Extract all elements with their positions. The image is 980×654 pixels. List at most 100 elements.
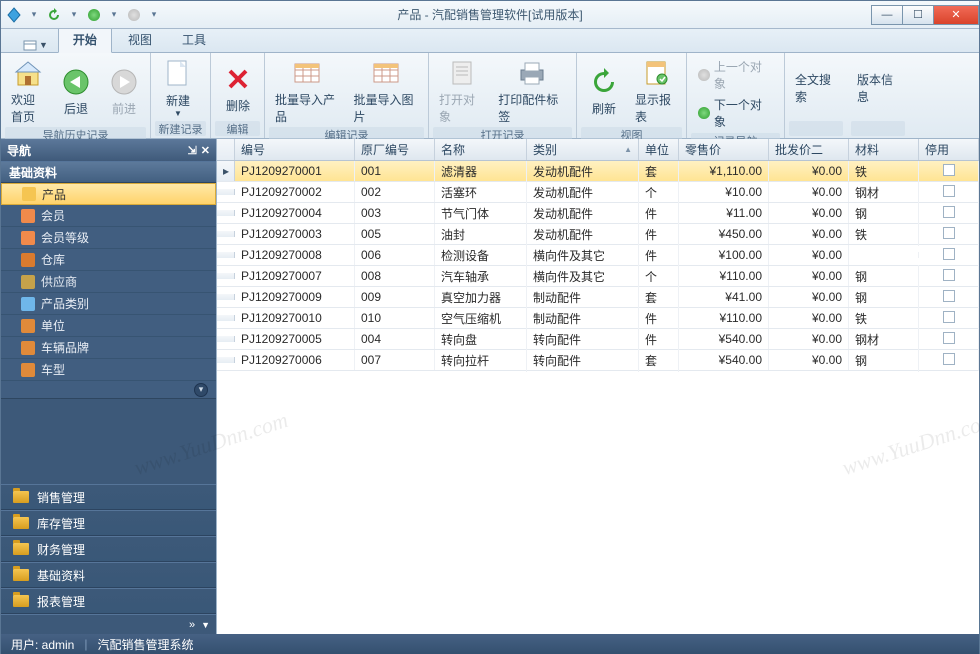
fulltext-search-button[interactable]: 全文搜索 [789, 69, 843, 107]
col-code[interactable]: 编号 [235, 139, 355, 160]
cell-disabled[interactable] [919, 161, 979, 182]
table-row[interactable]: PJ1209270009009真空加力器制动配件套¥41.00¥0.00钢 [217, 287, 979, 308]
nav-cat-4[interactable]: 报表管理 [1, 588, 216, 614]
pin-icon[interactable]: ⇲ [188, 144, 197, 157]
checkbox-icon[interactable] [943, 227, 955, 239]
prev-object-button[interactable]: 上一个对象 [695, 57, 776, 93]
tab-tools[interactable]: 工具 [168, 27, 220, 52]
table-row[interactable]: PJ1209270003005油封发动机配件件¥450.00¥0.00铁 [217, 224, 979, 245]
col-category[interactable]: 类别 [527, 139, 639, 160]
cell-factory: 009 [355, 287, 435, 307]
table-row[interactable]: ▸PJ1209270001001滤清器发动机配件套¥1,110.00¥0.00铁 [217, 161, 979, 182]
cell-material: 钢 [849, 286, 919, 309]
tree-item-icon [22, 187, 36, 201]
checkbox-icon[interactable] [943, 353, 955, 365]
table-row[interactable]: PJ1209270005004转向盘转向配件件¥540.00¥0.00钢材 [217, 329, 979, 350]
cell-disabled[interactable] [919, 329, 979, 350]
tab-start[interactable]: 开始 [58, 26, 112, 53]
cell-name: 活塞环 [435, 181, 527, 204]
report-button[interactable]: 显示报表 [629, 55, 682, 127]
close-button[interactable]: ✕ [933, 5, 979, 25]
col-material[interactable]: 材料 [849, 139, 919, 160]
grid-import-icon [291, 57, 323, 89]
nav-close-icon[interactable]: ✕ [201, 144, 210, 157]
cell-unit: 件 [639, 244, 679, 267]
col-disabled[interactable]: 停用 [919, 139, 979, 160]
delete-button[interactable]: 删除 [215, 61, 261, 116]
grid-import2-icon [370, 57, 402, 89]
tree-item-6[interactable]: 单位 [1, 315, 216, 337]
table-row[interactable]: PJ1209270002002活塞环发动机配件个¥10.00¥0.00钢材 [217, 182, 979, 203]
cell-category: 横向件及其它 [527, 265, 639, 288]
tree-item-4[interactable]: 供应商 [1, 271, 216, 293]
checkbox-icon[interactable] [943, 248, 955, 260]
table-row[interactable]: PJ1209270007008汽车轴承横向件及其它个¥110.00¥0.00钢 [217, 266, 979, 287]
col-retail[interactable]: 零售价 [679, 139, 769, 160]
cell-disabled[interactable] [919, 266, 979, 287]
print-label-button[interactable]: 打印配件标签 [492, 55, 572, 127]
next-object-button[interactable]: 下一个对象 [695, 95, 776, 131]
ribbon-tabs: ▼ 开始 视图 工具 [1, 29, 979, 53]
import-product-button[interactable]: 批量导入产品 [269, 55, 346, 127]
checkbox-icon[interactable] [943, 269, 955, 281]
checkbox-icon[interactable] [943, 164, 955, 176]
maximize-button[interactable]: ☐ [902, 5, 934, 25]
checkbox-icon[interactable] [943, 290, 955, 302]
cell-disabled[interactable] [919, 245, 979, 266]
col-name[interactable]: 名称 [435, 139, 527, 160]
cell-disabled[interactable] [919, 308, 979, 329]
table-row[interactable]: PJ1209270004003节气门体发动机配件件¥11.00¥0.00钢 [217, 203, 979, 224]
tree-item-0[interactable]: 产品 [1, 183, 216, 205]
cell-factory: 002 [355, 182, 435, 202]
grid-body[interactable]: ▸PJ1209270001001滤清器发动机配件套¥1,110.00¥0.00铁… [217, 161, 979, 634]
cell-disabled[interactable] [919, 182, 979, 203]
qat-dropdown-icon[interactable]: ▾ [25, 6, 43, 24]
table-row[interactable]: PJ1209270006007转向拉杆转向配件套¥540.00¥0.00钢 [217, 350, 979, 371]
qat-end-icon[interactable]: ▾ [145, 6, 163, 24]
tree-item-7[interactable]: 车辆品牌 [1, 337, 216, 359]
cell-disabled[interactable] [919, 203, 979, 224]
fwd-qat-icon[interactable] [125, 6, 143, 24]
col-unit[interactable]: 单位 [639, 139, 679, 160]
cell-unit: 套 [639, 161, 679, 183]
grid-header: 编号 原厂编号 名称 类别 单位 零售价 批发价二 材料 停用 [217, 139, 979, 161]
forward-button[interactable]: 前进 [101, 64, 147, 119]
welcome-button[interactable]: 欢迎首页 [5, 55, 51, 127]
refresh-button[interactable]: 刷新 [581, 64, 627, 119]
nav-cat-1[interactable]: 库存管理 [1, 510, 216, 536]
cell-disabled[interactable] [919, 224, 979, 245]
cell-disabled[interactable] [919, 287, 979, 308]
nav-expand-button[interactable]: »▼ [1, 614, 216, 634]
tab-view[interactable]: 视图 [114, 27, 166, 52]
col-factorycode[interactable]: 原厂编号 [355, 139, 435, 160]
tree-item-1[interactable]: 会员 [1, 205, 216, 227]
nav-cat-2[interactable]: 财务管理 [1, 536, 216, 562]
cell-name: 转向拉杆 [435, 349, 527, 372]
refresh-qat-icon[interactable] [45, 6, 63, 24]
tree-item-8[interactable]: 车型 [1, 359, 216, 381]
cell-disabled[interactable] [919, 350, 979, 371]
tree-item-3[interactable]: 仓库 [1, 249, 216, 271]
file-menu[interactable]: ▼ [15, 38, 56, 52]
import-image-button[interactable]: 批量导入图片 [348, 55, 425, 127]
checkbox-icon[interactable] [943, 332, 955, 344]
version-info-button[interactable]: 版本信息 [851, 69, 905, 107]
table-row[interactable]: PJ1209270008006检测设备横向件及其它件¥100.00¥0.00 [217, 245, 979, 266]
col-wholesale2[interactable]: 批发价二 [769, 139, 849, 160]
open-object-button[interactable]: 打开对象 [433, 55, 490, 127]
table-row[interactable]: PJ1209270010010空气压缩机制动配件件¥110.00¥0.00铁 [217, 308, 979, 329]
tree-header[interactable]: 基础资料 [1, 161, 216, 183]
new-button[interactable]: 新建▼ [155, 56, 201, 120]
tree-item-2[interactable]: 会员等级 [1, 227, 216, 249]
checkbox-icon[interactable] [943, 206, 955, 218]
tree-item-5[interactable]: 产品类别 [1, 293, 216, 315]
checkbox-icon[interactable] [943, 311, 955, 323]
nav-cat-3[interactable]: 基础资料 [1, 562, 216, 588]
back-qat-icon[interactable] [85, 6, 103, 24]
cell-material: 钢 [849, 202, 919, 225]
back-button[interactable]: 后退 [53, 64, 99, 119]
checkbox-icon[interactable] [943, 185, 955, 197]
tree-scroll-down[interactable]: ▾ [1, 381, 216, 399]
nav-cat-0[interactable]: 销售管理 [1, 484, 216, 510]
minimize-button[interactable]: — [871, 5, 903, 25]
